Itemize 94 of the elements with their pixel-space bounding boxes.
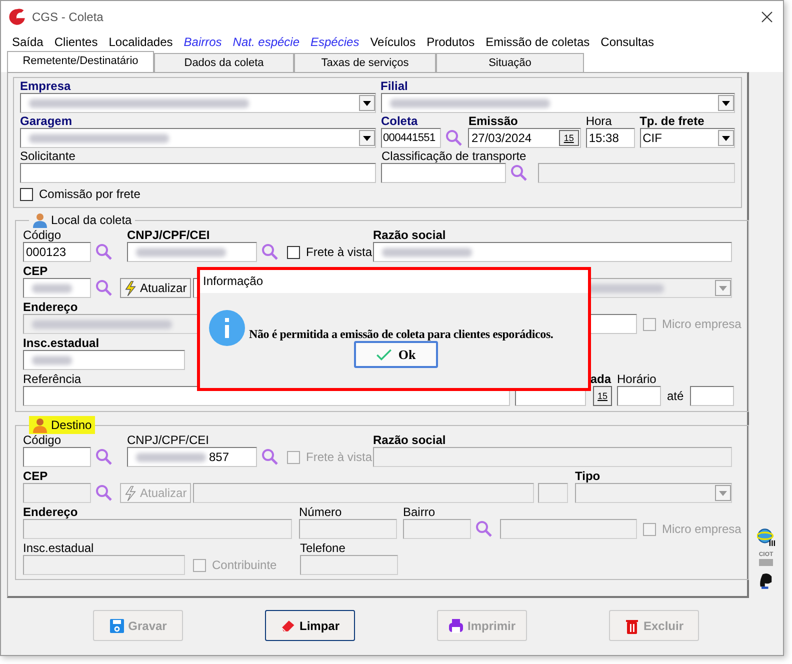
dialog-title: Informação	[200, 270, 588, 293]
checkbox-label: Comissão por frete	[39, 187, 140, 201]
field-label: Classificação de transporte	[381, 150, 528, 163]
action-button[interactable]: Limpar	[265, 610, 355, 641]
dialog-message: Não é permitida a emissão de coleta para clientes esporádicos.	[249, 326, 554, 342]
field-label: CEP	[23, 470, 49, 483]
search-icon[interactable]	[510, 164, 528, 182]
text-field[interactable]	[23, 447, 91, 467]
field-label: Referência	[23, 373, 82, 386]
field-label: Insc.estadual	[23, 337, 100, 350]
search-icon[interactable]	[95, 243, 113, 261]
field-label: Telefone	[300, 542, 346, 555]
checkbox-label: Micro empresa	[662, 317, 742, 331]
field-label: CNPJ/CPF/CEI	[127, 434, 210, 447]
field-label: Empresa	[20, 80, 72, 93]
checkbox-label: Frete à vista	[306, 245, 372, 259]
menu-item[interactable]: Clientes	[54, 34, 98, 48]
menu-item[interactable]: Emissão de coletas	[486, 34, 590, 48]
tab[interactable]: Remetente/Destinatário	[7, 51, 154, 72]
info-icon	[208, 309, 246, 347]
menu-item[interactable]: Veículos	[370, 34, 416, 48]
field-label: Solicitante	[20, 150, 76, 163]
check-icon[interactable]	[376, 348, 392, 360]
field-label: Hora	[586, 115, 613, 128]
ok-button[interactable]: Ok	[354, 341, 438, 368]
menu-item[interactable]: Localidades	[108, 34, 173, 48]
field-label: Horário	[617, 373, 658, 386]
field-label: Bairro	[403, 506, 436, 519]
field-label: Endereço	[23, 301, 79, 314]
dropdown[interactable]	[380, 93, 735, 113]
checkbox-label: Frete à vista	[306, 450, 372, 464]
checkbox[interactable]	[20, 188, 33, 200]
menu-item[interactable]: Produtos	[426, 34, 475, 48]
tab[interactable]: Situação	[436, 53, 584, 72]
tab[interactable]: Dados da coleta	[154, 53, 294, 72]
tab[interactable]: Taxas de serviços	[294, 53, 436, 72]
menu-item[interactable]: Consultas	[600, 34, 654, 48]
field-label: Filial	[380, 80, 409, 93]
field-label: Tipo	[575, 470, 602, 483]
text-field[interactable]	[373, 242, 732, 262]
calendar-button[interactable]: 15	[558, 130, 579, 146]
checkbox-label: Micro empresa	[662, 522, 742, 536]
range-label: até	[667, 389, 684, 403]
field-label: Tp. de frete	[640, 115, 706, 128]
section-legend: Local da coleta	[29, 211, 135, 229]
field-label: Emissão	[468, 115, 519, 128]
time-field[interactable]	[690, 386, 734, 406]
search-icon[interactable]	[95, 448, 113, 466]
field-label: Garagem	[20, 115, 74, 128]
text-field[interactable]: 000441551	[380, 128, 441, 148]
field-label: Código	[23, 434, 62, 447]
globe-icon[interactable]	[757, 528, 775, 546]
dropdown[interactable]: CIF	[640, 128, 736, 148]
field-label: Razão social	[373, 434, 447, 447]
lightning-icon[interactable]	[124, 280, 137, 296]
field-label: Número	[299, 506, 343, 519]
section-legend: Destino	[29, 416, 95, 434]
search-icon[interactable]	[475, 520, 493, 538]
dropdown[interactable]	[20, 128, 376, 148]
time-field[interactable]	[617, 386, 661, 406]
text-field[interactable]	[381, 163, 506, 183]
menu-item[interactable]: Bairros	[184, 34, 222, 48]
dropdown[interactable]	[20, 93, 376, 113]
search-icon[interactable]	[261, 243, 279, 261]
window-title: CGS - Coleta	[32, 10, 104, 24]
app-logo-icon	[8, 8, 26, 26]
checkbox[interactable]	[287, 246, 300, 258]
date-field[interactable]: 27/03/2024 15	[468, 128, 581, 148]
close-icon[interactable]	[761, 10, 773, 22]
field-label: Endereço	[23, 506, 79, 519]
calendar-button[interactable]: 15	[593, 386, 612, 406]
menu-item[interactable]: Espécies	[310, 34, 360, 48]
text-field[interactable]: 000123	[23, 242, 91, 262]
field-label: Coleta	[380, 115, 419, 128]
search-icon[interactable]	[261, 448, 279, 466]
text-field[interactable]: 857	[127, 447, 257, 467]
update-button[interactable]: Atualizar	[120, 278, 191, 298]
search-icon[interactable]	[444, 129, 463, 147]
field-label: Insc.estadual	[23, 542, 95, 555]
field-label: Razão social	[373, 229, 447, 242]
field-label: ada	[589, 373, 612, 386]
field-label: CNPJ/CPF/CEI	[127, 229, 211, 242]
field-label: Código	[23, 229, 62, 242]
search-icon[interactable]	[95, 484, 113, 502]
menu-item[interactable]: Nat. espécie	[232, 34, 300, 48]
text-field[interactable]	[23, 350, 185, 370]
checkbox-label: Contribuinte	[212, 558, 277, 572]
text-field[interactable]	[23, 278, 91, 298]
menu-item[interactable]: Saída	[12, 34, 44, 48]
search-icon[interactable]	[95, 279, 113, 297]
text-field[interactable]	[20, 163, 376, 183]
field-label: CEP	[23, 265, 49, 278]
text-field[interactable]	[127, 242, 257, 262]
time-field[interactable]: 15:38	[586, 128, 635, 148]
